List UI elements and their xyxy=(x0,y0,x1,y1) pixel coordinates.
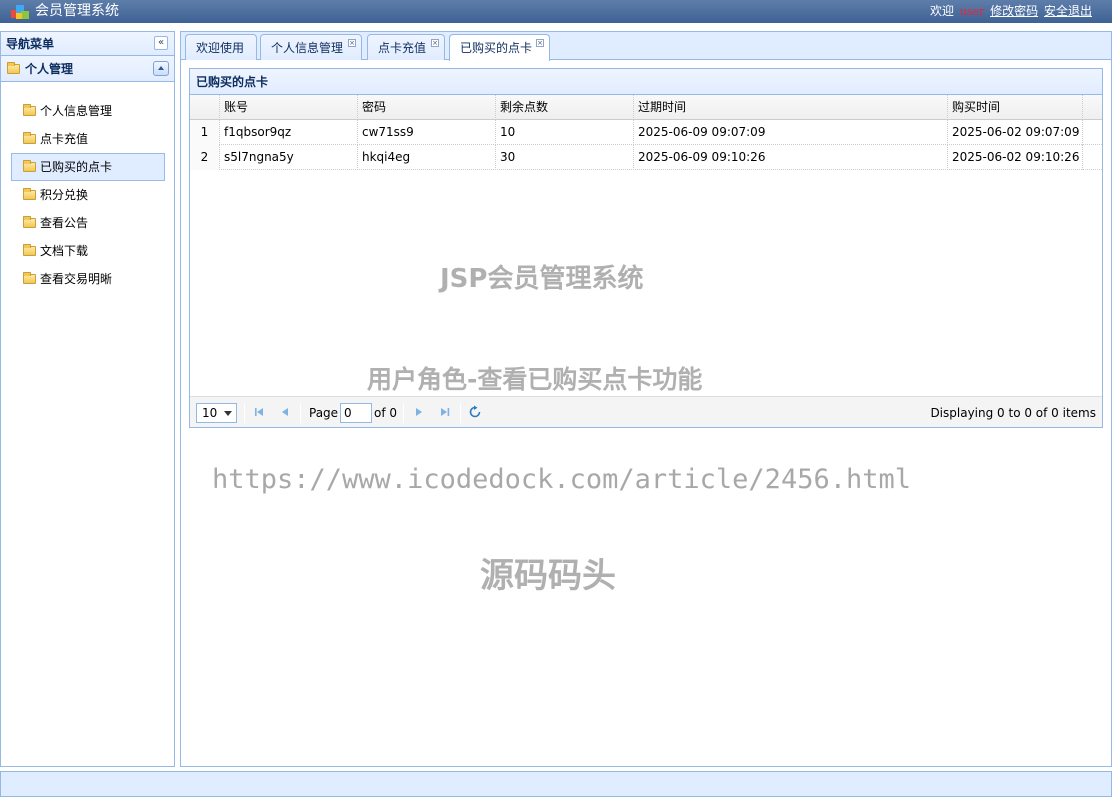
change-password-link[interactable]: 修改密码 xyxy=(990,4,1038,18)
tab-label: 个人信息管理 xyxy=(271,41,344,55)
chevron-up-icon[interactable] xyxy=(153,61,169,76)
folder-icon xyxy=(7,62,20,77)
pager-separator xyxy=(244,403,245,423)
page-size-select[interactable]: 10 xyxy=(196,403,237,423)
page-count-text: of 0 xyxy=(374,406,398,420)
pager-info: Displaying 0 to 0 of 0 items xyxy=(930,406,1096,420)
folder-icon xyxy=(23,244,36,259)
folder-icon xyxy=(23,216,36,231)
cell-points: 10 xyxy=(496,120,634,145)
data-grid: 账号 密码 剩余点数 过期时间 购买时间 1 f1qbsor9qz cw71ss… xyxy=(190,95,1102,170)
table-row[interactable]: 2 s5l7ngna5y hkqi4eg 30 2025-06-09 09:10… xyxy=(190,145,1102,170)
page-number-input[interactable]: 0 xyxy=(340,403,372,423)
folder-icon xyxy=(23,272,36,287)
app-title: 会员管理系统 xyxy=(35,3,119,19)
purchased-cards-panel: 已购买的点卡 账号 密码 剩余点数 过期时间 购买时间 1 f1qbsor9qz… xyxy=(189,68,1103,428)
row-number: 2 xyxy=(190,145,220,170)
logout-link[interactable]: 安全退出 xyxy=(1044,4,1092,18)
first-page-icon[interactable] xyxy=(252,405,266,419)
username: user xyxy=(959,5,985,18)
table-row[interactable]: 1 f1qbsor9qz cw71ss9 10 2025-06-09 09:07… xyxy=(190,120,1102,145)
main-area: 欢迎使用 个人信息管理 × 点卡充值 × 已购买的点卡 × 已购买的点卡 账号 … xyxy=(180,31,1112,767)
cell-password: cw71ss9 xyxy=(358,120,496,145)
cell-account: s5l7ngna5y xyxy=(220,145,358,170)
app-logo-icon xyxy=(11,5,29,19)
cell-expire: 2025-06-09 09:07:09 xyxy=(634,120,948,145)
panel-header: 已购买的点卡 xyxy=(190,69,1102,95)
panel-title: 已购买的点卡 xyxy=(196,75,269,89)
tab-label: 欢迎使用 xyxy=(196,41,245,55)
column-header-password[interactable]: 密码 xyxy=(358,95,496,120)
app-header: 会员管理系统 欢迎 user 修改密码 安全退出 xyxy=(0,0,1112,23)
nav-item-label: 文档下载 xyxy=(40,244,89,258)
nav-item-label: 查看公告 xyxy=(40,216,89,230)
nav-item-purchased-cards[interactable]: 已购买的点卡 xyxy=(11,153,165,181)
tab-welcome[interactable]: 欢迎使用 xyxy=(185,34,257,60)
nav-item-transaction-details[interactable]: 查看交易明晰 xyxy=(11,265,165,293)
close-icon[interactable]: × xyxy=(431,39,439,47)
column-header-account[interactable]: 账号 xyxy=(220,95,358,120)
nav-menu: 个人信息管理 点卡充值 已购买的点卡 积分兑换 查看公告 文档下载 查看交易明晰 xyxy=(11,97,165,293)
prev-page-icon[interactable] xyxy=(278,405,292,419)
close-icon[interactable]: × xyxy=(536,39,544,47)
cell-expire: 2025-06-09 09:10:26 xyxy=(634,145,948,170)
next-page-icon[interactable] xyxy=(412,405,426,419)
nav-item-label: 个人信息管理 xyxy=(40,104,113,118)
nav-item-label: 点卡充值 xyxy=(40,132,89,146)
nav-group-title: 个人管理 xyxy=(25,62,74,76)
column-header-bought[interactable]: 购买时间 xyxy=(948,95,1083,120)
nav-item-personal-info[interactable]: 个人信息管理 xyxy=(11,97,165,125)
cell-bought: 2025-06-02 09:10:26 xyxy=(948,145,1083,170)
folder-icon xyxy=(23,132,36,147)
folder-icon xyxy=(23,160,36,175)
cell-bought: 2025-06-02 09:07:09 xyxy=(948,120,1083,145)
pager-separator xyxy=(300,403,301,423)
header-user-area: 欢迎 user 修改密码 安全退出 xyxy=(928,3,1092,20)
refresh-icon[interactable] xyxy=(468,405,482,419)
cell-points: 30 xyxy=(496,145,634,170)
pager-separator xyxy=(403,403,404,423)
nav-header: 导航菜单 « xyxy=(1,32,174,56)
row-number: 1 xyxy=(190,120,220,145)
close-icon[interactable]: × xyxy=(348,39,356,47)
pagination-bar: 10 Page 0 of 0 Displaying 0 to 0 of 0 it… xyxy=(190,396,1102,427)
nav-item-document-download[interactable]: 文档下载 xyxy=(11,237,165,265)
folder-icon xyxy=(23,104,36,119)
folder-icon xyxy=(23,188,36,203)
nav-group-header[interactable]: 个人管理 xyxy=(1,56,174,82)
nav-item-points-exchange[interactable]: 积分兑换 xyxy=(11,181,165,209)
cell-account: f1qbsor9qz xyxy=(220,120,358,145)
column-header-points[interactable]: 剩余点数 xyxy=(496,95,634,120)
nav-item-label: 查看交易明晰 xyxy=(40,272,113,286)
tab-purchased-cards[interactable]: 已购买的点卡 × xyxy=(449,34,550,61)
nav-item-announcements[interactable]: 查看公告 xyxy=(11,209,165,237)
tab-bar: 欢迎使用 个人信息管理 × 点卡充值 × 已购买的点卡 × xyxy=(181,32,1111,61)
pager-separator xyxy=(460,403,461,423)
nav-item-label: 积分兑换 xyxy=(40,188,89,202)
nav-item-card-recharge[interactable]: 点卡充值 xyxy=(11,125,165,153)
column-header-expire[interactable]: 过期时间 xyxy=(634,95,948,120)
grid-header: 账号 密码 剩余点数 过期时间 购买时间 xyxy=(190,95,1102,120)
tab-label: 已购买的点卡 xyxy=(460,41,533,55)
welcome-text: 欢迎 xyxy=(929,4,954,18)
collapse-left-icon[interactable]: « xyxy=(154,36,168,50)
last-page-icon[interactable] xyxy=(438,405,452,419)
cell-password: hkqi4eg xyxy=(358,145,496,170)
tab-label: 点卡充值 xyxy=(378,41,427,55)
nav-item-label: 已购买的点卡 xyxy=(40,160,113,174)
status-bar xyxy=(0,771,1112,797)
tab-personal-info[interactable]: 个人信息管理 × xyxy=(260,34,362,60)
nav-title: 导航菜单 xyxy=(6,37,55,51)
tab-card-recharge[interactable]: 点卡充值 × xyxy=(367,34,445,60)
nav-panel: 导航菜单 « 个人管理 个人信息管理 点卡充值 已购买的点卡 积分兑换 查看公告 xyxy=(0,31,175,767)
page-label: Page xyxy=(309,406,339,420)
row-number-header xyxy=(190,95,220,120)
